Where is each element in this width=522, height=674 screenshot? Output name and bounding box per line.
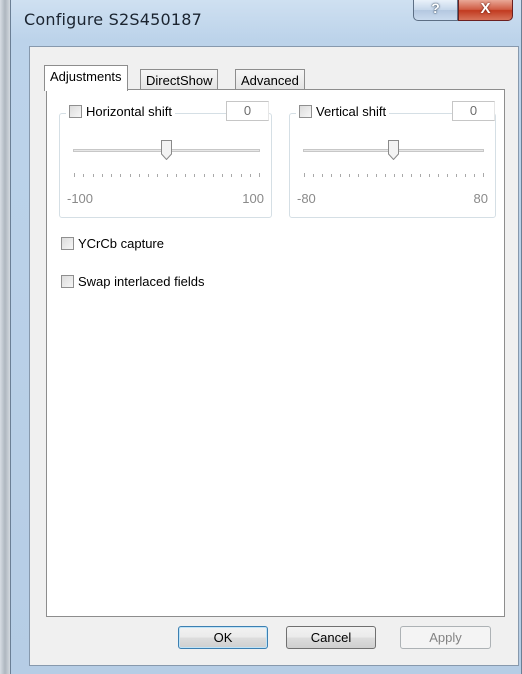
horizontal-shift-label: Horizontal shift <box>86 104 172 119</box>
ycrcb-capture-label: YCrCb capture <box>78 236 164 251</box>
window-title: Configure S2S450187 <box>24 10 203 29</box>
tab-label: DirectShow <box>146 73 213 88</box>
swap-interlaced-option[interactable]: Swap interlaced fields <box>61 274 204 289</box>
swap-interlaced-checkbox[interactable] <box>61 275 74 288</box>
vertical-shift-max: 80 <box>473 191 488 206</box>
tab-advanced[interactable]: Advanced <box>235 69 305 91</box>
vertical-shift-min: -80 <box>297 191 316 206</box>
dialog-window: Configure S2S450187 ? X Adjustments Dire… <box>10 0 522 674</box>
apply-button[interactable]: Apply <box>400 626 491 649</box>
horizontal-shift-checkbox[interactable] <box>69 105 82 118</box>
vertical-shift-checkbox[interactable] <box>299 105 312 118</box>
close-icon: X <box>480 0 491 17</box>
horizontal-shift-header: Horizontal shift <box>66 104 175 119</box>
ycrcb-capture-option[interactable]: YCrCb capture <box>61 236 164 251</box>
ok-button[interactable]: OK <box>178 626 268 649</box>
horizontal-shift-min: -100 <box>67 191 94 206</box>
vertical-shift-value[interactable]: 0 <box>452 101 495 121</box>
horizontal-shift-group: Horizontal shift 0 -100 100 <box>59 101 272 218</box>
horizontal-shift-slider-thumb[interactable] <box>161 140 172 160</box>
horizontal-shift-ticks <box>74 173 260 177</box>
vertical-shift-group: Vertical shift 0 -80 80 <box>289 101 496 218</box>
horizontal-shift-max: 100 <box>242 191 264 206</box>
tab-label: Advanced <box>241 73 299 88</box>
help-icon: ? <box>431 0 440 16</box>
tab-adjustments[interactable]: Adjustments <box>44 65 128 91</box>
ycrcb-capture-checkbox[interactable] <box>61 237 74 250</box>
vertical-shift-label: Vertical shift <box>316 104 387 119</box>
swap-interlaced-label: Swap interlaced fields <box>78 274 205 289</box>
background-window-edge <box>0 0 10 674</box>
tab-label: Adjustments <box>50 69 122 84</box>
cancel-button[interactable]: Cancel <box>286 626 376 649</box>
tab-directshow[interactable]: DirectShow <box>140 69 219 91</box>
close-button[interactable]: X <box>458 0 513 21</box>
adjustments-panel: Horizontal shift 0 -100 100 Vertical shi… <box>46 89 505 617</box>
dialog-client-area: Adjustments DirectShow Advanced Horizont… <box>29 46 519 666</box>
horizontal-shift-value[interactable]: 0 <box>226 101 269 121</box>
vertical-shift-ticks <box>304 173 484 177</box>
help-button[interactable]: ? <box>413 0 458 21</box>
vertical-shift-slider-thumb[interactable] <box>388 140 399 160</box>
vertical-shift-header: Vertical shift <box>296 104 390 119</box>
